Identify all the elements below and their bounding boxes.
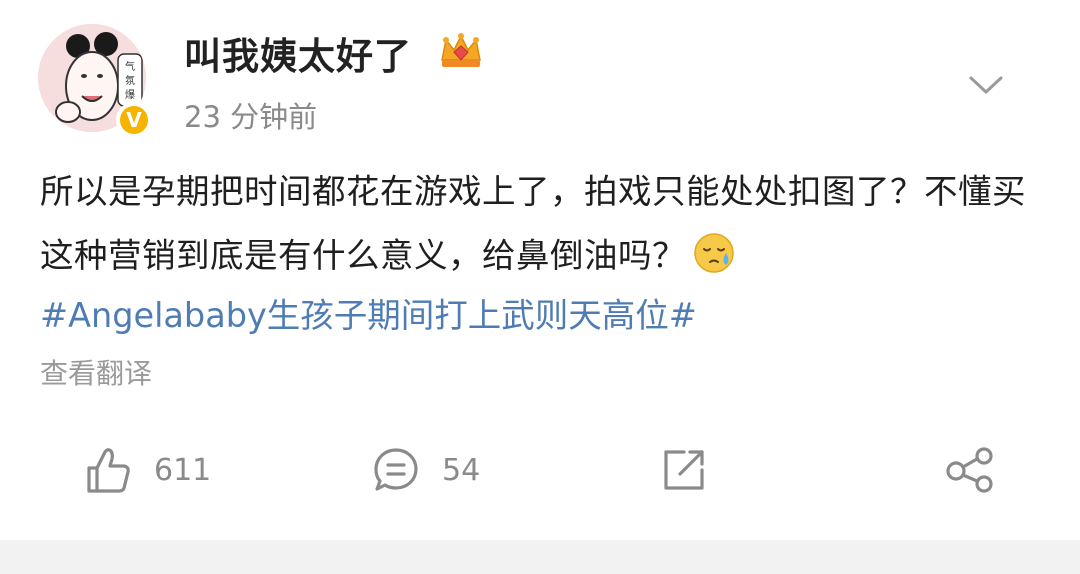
- translate-link[interactable]: 查看翻译: [40, 352, 152, 392]
- sweat-emoji-icon: [692, 231, 736, 275]
- repost-icon: [664, 450, 704, 490]
- like-count: 611: [154, 452, 212, 488]
- post-time: 23 分钟前: [184, 100, 318, 134]
- hashtag-link[interactable]: #Angelababy生孩子期间打上武则天高位#: [40, 284, 697, 348]
- username[interactable]: 叫我姨太好了: [184, 26, 412, 80]
- share-button[interactable]: [944, 440, 996, 500]
- chevron-down-icon[interactable]: [966, 70, 1006, 100]
- verified-badge: V: [116, 102, 152, 138]
- comment-button[interactable]: 54: [372, 440, 480, 500]
- post-body: 所以是孕期把时间都花在游戏上了，拍戏只能处处扣图了？不懂买这种营销到底是有什么意…: [40, 160, 1040, 288]
- like-button[interactable]: 611: [86, 440, 211, 500]
- post-text: 所以是孕期把时间都花在游戏上了，拍戏只能处处扣图了？不懂买这种营销到底是有什么意…: [40, 172, 1026, 275]
- comment-count: 54: [442, 452, 481, 488]
- user-avatar[interactable]: 气 氛 爆 V: [38, 24, 152, 138]
- repost-button[interactable]: [660, 440, 708, 500]
- crown-icon[interactable]: [438, 30, 484, 72]
- avatar-bubble-text-1: 气: [125, 60, 135, 73]
- bottom-divider: [0, 540, 1080, 574]
- comment-icon: [374, 448, 418, 491]
- share-icon: [946, 447, 993, 493]
- svg-text:爆: 爆: [125, 89, 135, 101]
- thumbs-up-icon: [87, 448, 130, 493]
- svg-text:氛: 氛: [125, 74, 135, 87]
